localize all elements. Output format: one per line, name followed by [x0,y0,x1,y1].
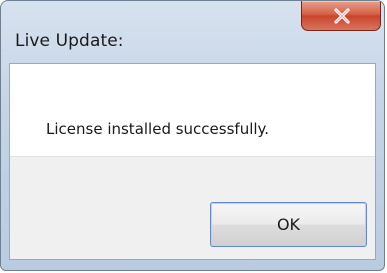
dialog-content: License installed successfully. OK [9,63,376,260]
ok-button[interactable]: OK [210,202,367,247]
dialog-title-bar: Live Update: [1,1,384,63]
ok-button-label: OK [276,214,301,234]
dialog-button-area: OK [10,156,375,259]
live-update-dialog: Live Update: License installed successfu… [0,0,385,271]
close-button[interactable] [301,1,381,31]
dialog-message: License installed successfully. [46,120,270,138]
dialog-title: Live Update: [15,31,124,51]
